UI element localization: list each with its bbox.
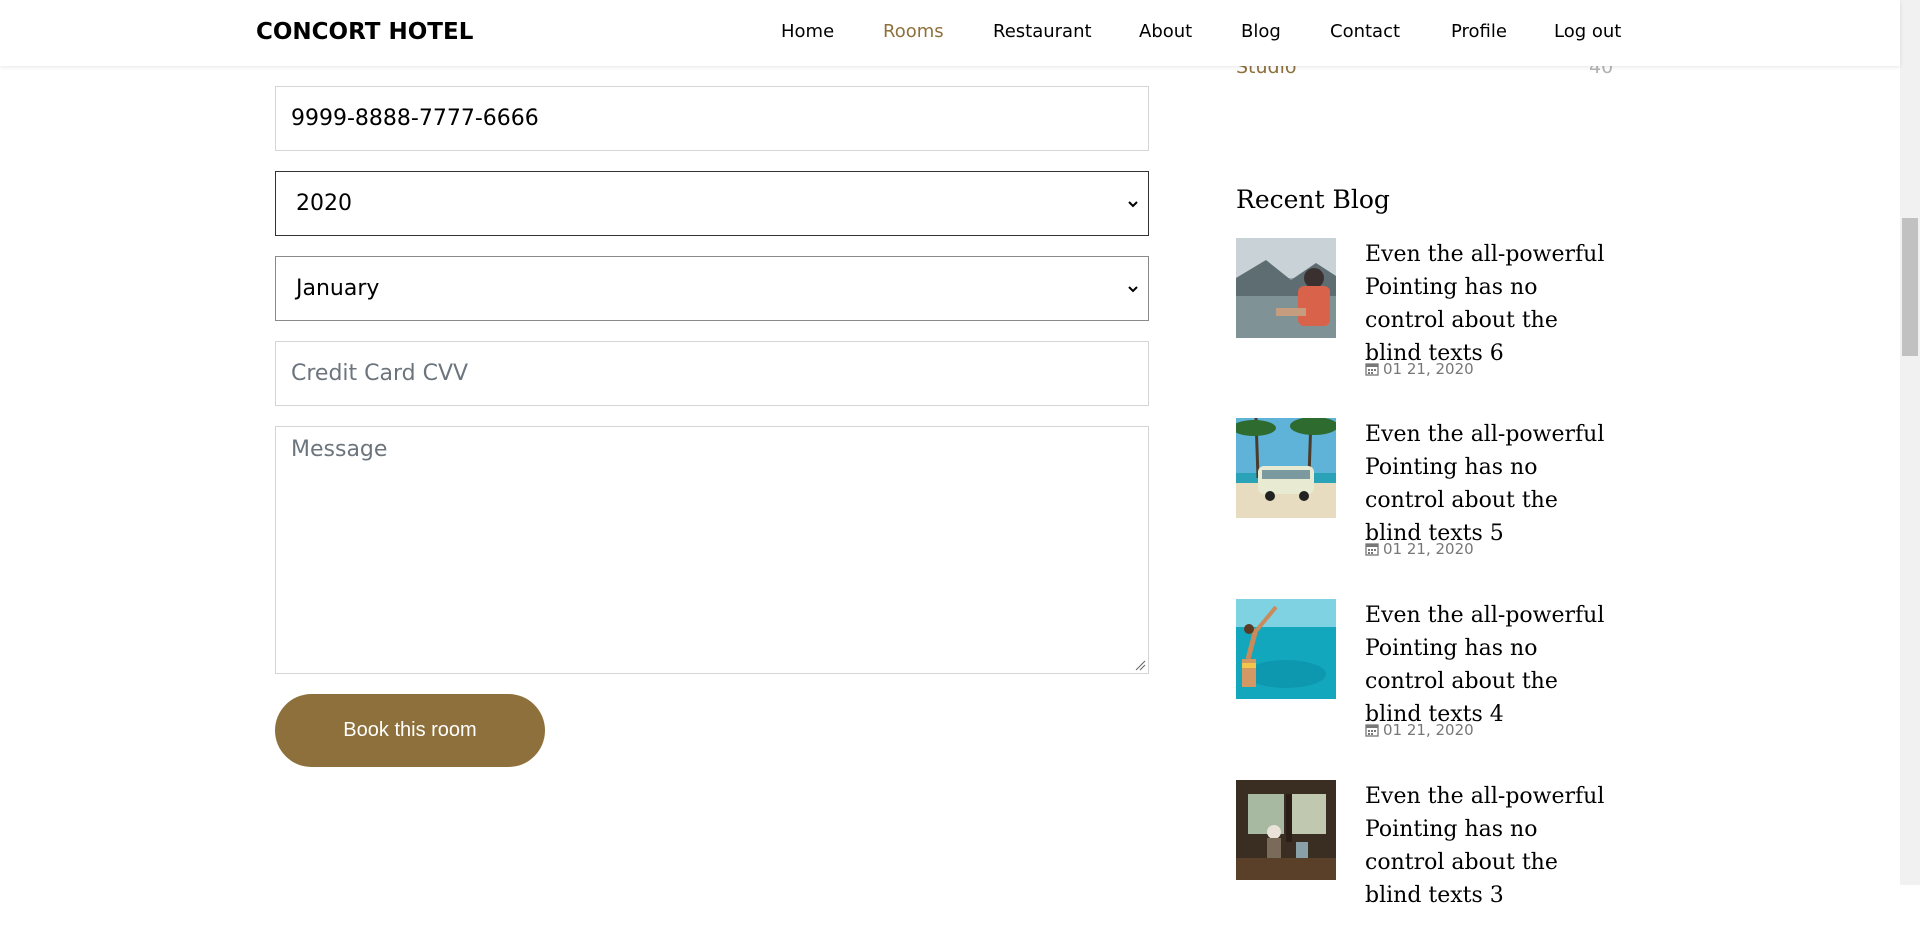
nav-logout[interactable]: Log out <box>1554 21 1621 42</box>
blog-post-date: 01 21, 2020 <box>1365 721 1474 739</box>
cafe-interior-photo[interactable] <box>1236 780 1336 880</box>
card-number-value: 9999-8888-7777-6666 <box>291 106 539 131</box>
chevron-down-icon <box>1128 200 1138 207</box>
chevron-down-icon <box>1128 285 1138 292</box>
recent-blog-heading: Recent Blog <box>1236 185 1390 214</box>
calendar-icon <box>1365 543 1379 556</box>
blog-post-item[interactable]: Even the all-powerful Pointing has no co… <box>1236 238 1616 398</box>
nav-blog[interactable]: Blog <box>1241 21 1281 42</box>
expiry-year-value: 2020 <box>296 191 352 216</box>
message-placeholder: Message <box>291 437 388 462</box>
blog-post-item[interactable]: Even the all-powerful Pointing has no co… <box>1236 780 1616 940</box>
cvv-placeholder: Credit Card CVV <box>291 361 469 386</box>
calendar-icon <box>1365 724 1379 737</box>
blog-post-title[interactable]: Even the all-powerful Pointing has no co… <box>1365 418 1615 550</box>
card-number-field[interactable]: 9999-8888-7777-6666 <box>275 86 1149 151</box>
blog-post-item[interactable]: Even the all-powerful Pointing has no co… <box>1236 418 1616 578</box>
expiry-month-value: January <box>296 276 380 301</box>
page-scrollbar-track[interactable] <box>1900 0 1920 885</box>
blog-post-title[interactable]: Even the all-powerful Pointing has no co… <box>1365 780 1615 912</box>
blog-post-item[interactable]: Even the all-powerful Pointing has no co… <box>1236 599 1616 759</box>
van-beach-photo[interactable] <box>1236 418 1336 518</box>
blog-post-date-text: 01 21, 2020 <box>1383 721 1474 739</box>
brand-logo[interactable]: CONCORT HOTEL <box>256 19 473 45</box>
page-scrollbar-thumb[interactable] <box>1902 218 1918 356</box>
expiry-year-select[interactable]: 2020 <box>275 171 1149 236</box>
blog-post-title[interactable]: Even the all-powerful Pointing has no co… <box>1365 238 1615 370</box>
message-textarea[interactable]: Message <box>275 426 1149 674</box>
book-room-button[interactable]: Book this room <box>275 694 545 767</box>
hiker-lake-photo[interactable] <box>1236 238 1336 338</box>
cvv-field[interactable]: Credit Card CVV <box>275 341 1149 406</box>
blog-post-date-text: 01 21, 2020 <box>1383 540 1474 558</box>
nav-about[interactable]: About <box>1139 21 1192 42</box>
sea-swimmer-photo[interactable] <box>1236 599 1336 699</box>
nav-home[interactable]: Home <box>781 21 834 42</box>
nav-contact[interactable]: Contact <box>1330 21 1400 42</box>
expiry-month-select[interactable]: January <box>275 256 1149 321</box>
resize-handle-icon[interactable] <box>1134 659 1146 671</box>
blog-post-title[interactable]: Even the all-powerful Pointing has no co… <box>1365 599 1615 731</box>
nav-restaurant[interactable]: Restaurant <box>993 21 1092 42</box>
nav-profile[interactable]: Profile <box>1451 21 1507 42</box>
blog-post-date-text: 01 21, 2020 <box>1383 360 1474 378</box>
blog-post-date: 01 21, 2020 <box>1365 360 1474 378</box>
blog-post-date: 01 21, 2020 <box>1365 540 1474 558</box>
calendar-icon <box>1365 363 1379 376</box>
top-navbar: CONCORT HOTEL Home Rooms Restaurant Abou… <box>0 0 1900 66</box>
nav-rooms[interactable]: Rooms <box>883 21 944 42</box>
